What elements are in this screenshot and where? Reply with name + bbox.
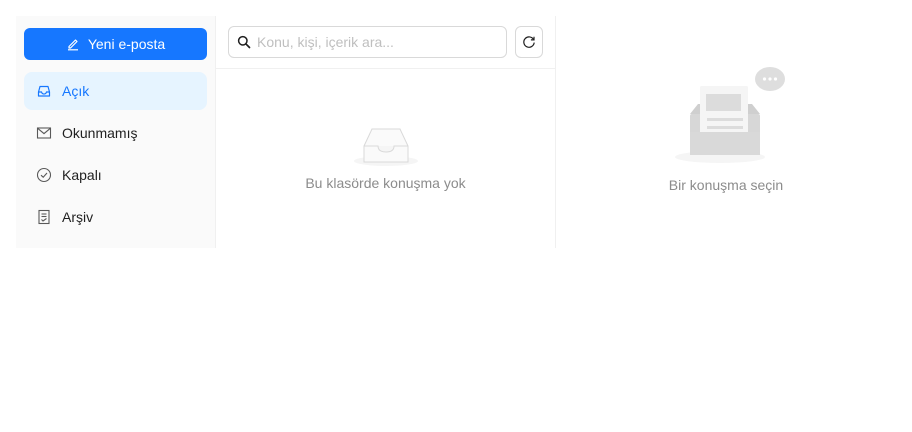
archive-icon xyxy=(38,209,50,225)
sidebar-item-label: Açık xyxy=(62,83,90,99)
empty-inbox-icon xyxy=(353,128,418,166)
search-box[interactable] xyxy=(228,26,507,58)
search-icon xyxy=(237,35,251,49)
empty-conversation-illustration xyxy=(675,67,785,163)
list-toolbar xyxy=(216,16,555,69)
sidebar-item-unread[interactable]: Okunmamış xyxy=(24,114,207,152)
conversation-detail-pane: Bir konuşma seçin xyxy=(556,16,896,248)
search-input[interactable] xyxy=(257,34,487,50)
sidebar-item-label: Okunmamış xyxy=(62,125,138,141)
conversation-list-pane: Bu klasörde konuşma yok xyxy=(216,16,556,248)
sidebar: Yeni e-posta Açık Okunmamış Kapalı Arşiv xyxy=(16,16,216,248)
inbox-icon xyxy=(37,85,51,97)
sidebar-item-closed[interactable]: Kapalı xyxy=(24,156,207,194)
empty-state: Bu klasörde konuşma yok xyxy=(216,126,555,191)
compose-button-label: Yeni e-posta xyxy=(87,36,166,52)
refresh-icon xyxy=(523,36,535,48)
folder-nav: Açık Okunmamış Kapalı Arşiv xyxy=(24,72,207,236)
sidebar-item-label: Arşiv xyxy=(62,209,94,225)
sidebar-item-label: Kapalı xyxy=(62,167,102,183)
sidebar-item-archive[interactable]: Arşiv xyxy=(24,198,207,236)
mail-icon xyxy=(36,127,52,139)
mail-app: Yeni e-posta Açık Okunmamış Kapalı Arşiv… xyxy=(16,16,896,248)
detail-empty-text: Bir konuşma seçin xyxy=(668,177,784,193)
refresh-button[interactable] xyxy=(515,26,543,58)
edit-icon xyxy=(67,39,78,51)
compose-button[interactable]: Yeni e-posta xyxy=(24,28,207,60)
detail-empty-state: Bir konuşma seçin xyxy=(556,66,896,193)
sidebar-item-open[interactable]: Açık xyxy=(24,72,207,110)
empty-state-text: Bu klasörde konuşma yok xyxy=(305,175,466,191)
check-circle-icon xyxy=(36,167,52,183)
